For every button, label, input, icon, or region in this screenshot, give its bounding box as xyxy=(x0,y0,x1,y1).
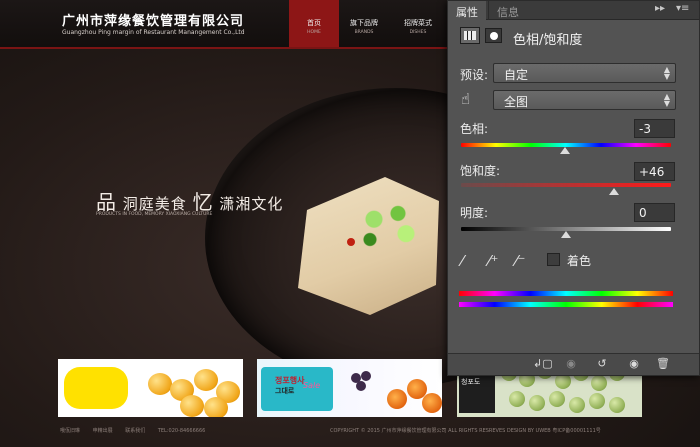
saturation-slider-track[interactable] xyxy=(461,183,671,187)
slogan-char-2: 忆 xyxy=(192,190,214,214)
saturation-input[interactable]: +46 xyxy=(634,162,675,181)
lightness-label: 明度: xyxy=(460,206,489,220)
slider-dots xyxy=(316,348,386,363)
eyedropper-minus-icon[interactable]: ⁄⁻ xyxy=(515,252,525,270)
lightness-slider-thumb[interactable] xyxy=(561,231,571,238)
clip-to-layer-icon[interactable]: ↲▢ xyxy=(533,357,553,372)
select-arrows-icon: ▲ ▼ xyxy=(663,92,670,108)
sale-english-text: Sale xyxy=(303,381,321,390)
view-previous-icon[interactable]: ◉ xyxy=(562,357,580,372)
slogan-text-2: 潇湘文化 xyxy=(219,195,284,213)
saturation-label: 饱和度: xyxy=(460,164,501,178)
berry-image xyxy=(589,393,605,409)
visibility-eye-icon[interactable]: ◉ xyxy=(625,357,643,372)
berry-image xyxy=(591,375,607,391)
reset-icon[interactable]: ↺ xyxy=(593,357,611,372)
nav-brands-label: 旗下品牌 xyxy=(350,19,378,27)
saturation-slider-thumb[interactable] xyxy=(609,188,620,195)
company-name: 广州市萍缘餐饮管理有限公司 xyxy=(62,14,245,29)
eyedropper-plus-icon[interactable]: ⁄⁺ xyxy=(488,252,498,270)
chili-garnish xyxy=(347,238,355,246)
sale-panel xyxy=(261,367,333,411)
footer-link[interactable]: 申精出展 xyxy=(93,428,113,434)
slogan-char-1: 品 xyxy=(96,190,117,214)
input-color-ramp xyxy=(459,291,673,296)
preset-label: 预设: xyxy=(460,68,489,82)
preset-select[interactable]: 自定 ▲ ▼ xyxy=(493,63,676,83)
berry-image xyxy=(609,397,625,413)
properties-panel: 属性 信息 ▸▸ ▾≡ 色相/饱和度 预设: 自定 ▲ ▼ ☝ 全图 ▲ ▼ 色相:… xyxy=(447,0,700,376)
footer-link[interactable]: 哦佤旧琳 xyxy=(60,428,80,434)
nav-home[interactable]: 首页 HOME xyxy=(289,0,339,47)
range-value: 全图 xyxy=(504,95,529,109)
sale-korean-text: 정포행사 xyxy=(275,376,305,385)
select-arrows-icon: ▲ ▼ xyxy=(663,65,670,81)
hue-input[interactable]: -3 xyxy=(634,119,675,138)
colorize-checkbox[interactable] xyxy=(547,253,560,266)
fruit-image xyxy=(180,395,204,417)
panel-menu-icon[interactable]: ▾≡ xyxy=(676,3,689,14)
fruit-image xyxy=(148,373,172,395)
hand-target-icon[interactable]: ☝ xyxy=(461,90,470,108)
nav-dishes[interactable]: 招牌菜式 DISHES xyxy=(393,0,443,47)
footer-links: 哦佤旧琳 申精出展 联系我们 TEL:020-84666666 xyxy=(60,427,215,434)
tab-info[interactable]: 信息 xyxy=(488,1,527,20)
preset-value: 自定 xyxy=(504,68,529,82)
range-select[interactable]: 全图 ▲ ▼ xyxy=(493,90,676,110)
eyedropper-icon[interactable]: ⁄ xyxy=(461,252,464,270)
orange-image xyxy=(422,393,442,413)
panel-tabbar: 属性 信息 ▸▸ ▾≡ xyxy=(448,1,699,20)
hue-slider-thumb[interactable] xyxy=(559,147,570,154)
tab-properties[interactable]: 属性 xyxy=(448,1,486,20)
panel-title: 色相/饱和度 xyxy=(513,33,583,48)
trash-icon[interactable]: 🗑 xyxy=(654,357,672,372)
footer-phone: TEL:020-84666666 xyxy=(157,428,206,434)
hero-slogan: 品 洞庭美食 忆 潇湘文化 xyxy=(96,186,283,215)
lightness-input[interactable]: 0 xyxy=(634,203,675,222)
nav-dishes-en: DISHES xyxy=(409,30,427,35)
grape-image xyxy=(361,371,371,381)
berry-image xyxy=(509,391,525,407)
nav-home-en: HOME xyxy=(307,30,321,35)
colorize-label: 着色 xyxy=(567,254,592,268)
sale-korean-text-2: 그대로 xyxy=(275,387,295,395)
footer-link[interactable]: 联系我们 xyxy=(125,428,145,434)
slogan-text-1: 洞庭美食 xyxy=(122,195,187,213)
berry-image xyxy=(569,397,585,413)
thumb-sale-promo[interactable]: 정포행사 그대로 Sale xyxy=(257,359,442,417)
thumb-fruit-promo[interactable] xyxy=(58,359,243,417)
berry-image xyxy=(529,395,545,411)
collapse-panel-icon[interactable]: ▸▸ xyxy=(655,3,665,14)
fruit-image xyxy=(204,397,228,417)
mask-icon[interactable] xyxy=(485,28,502,43)
copyright: COPYRIGHT © 2015 广州市萍缘餐饮管理有限公司 ALL RIGHT… xyxy=(330,428,601,434)
orange-image xyxy=(387,389,407,409)
promo-yellow-shape xyxy=(64,367,128,409)
berry-image xyxy=(549,391,565,407)
nav-home-label: 首页 xyxy=(307,19,321,27)
panel-bottom-bar: ↲▢ ◉ ↺ ◉ 🗑 xyxy=(448,353,699,375)
hue-label: 色相: xyxy=(460,122,489,136)
scallion-garnish xyxy=(350,196,430,254)
nav-dishes-label: 招牌菜式 xyxy=(404,19,432,27)
hero-slogan-subtitle: PRODUCTS IN FOOD, MEMORY XIAOXIANG CULTU… xyxy=(96,212,213,217)
fruit-image xyxy=(194,369,218,391)
adjustment-layer-icon[interactable] xyxy=(460,27,480,44)
nav-brands[interactable]: 旗下品牌 BRANDS xyxy=(339,0,389,47)
nav-brands-en: BRANDS xyxy=(354,30,374,35)
output-color-ramp xyxy=(459,302,673,307)
package-text: 청포도 xyxy=(461,378,481,386)
grape-image xyxy=(356,381,366,391)
company-english-name: Guangzhou Ping margin of Restaurant Mana… xyxy=(62,29,245,36)
